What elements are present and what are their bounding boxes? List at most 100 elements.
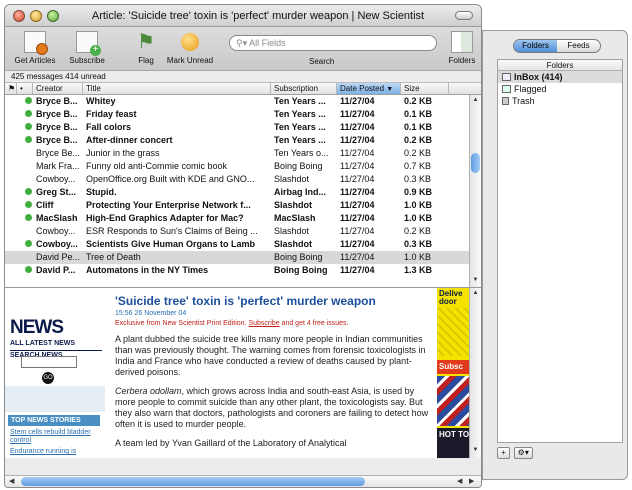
- table-row[interactable]: David Pe... Tree of Death Boing Boing 11/27…: [5, 251, 481, 264]
- unread-cell: [17, 160, 33, 173]
- scroll-thumb[interactable]: [471, 153, 480, 173]
- table-row[interactable]: Bryce B... Fall colors Ten Years ... 11/27/…: [5, 121, 481, 134]
- creator-cell: Greg St...: [36, 187, 77, 197]
- subscription-cell: Boing Boing: [274, 161, 323, 171]
- title-cell: Friday feast: [86, 109, 137, 119]
- preview-scrollbar[interactable]: ▲ ▼: [469, 288, 481, 458]
- ad-magazine-image: [437, 308, 471, 356]
- get-articles-button[interactable]: Get Articles: [11, 31, 59, 65]
- go-button[interactable]: GO: [42, 372, 54, 384]
- scroll-left-icon-2[interactable]: ◀: [457, 477, 462, 485]
- subscription-cell: Slashdot: [274, 226, 310, 236]
- news-link-2[interactable]: Endurance running is: [10, 448, 100, 456]
- subscribe-link[interactable]: Subscribe: [248, 320, 279, 327]
- date-cell: 11/27/04: [340, 148, 375, 158]
- date-cell: 11/27/04: [340, 109, 375, 119]
- flag-button[interactable]: ⚑ Flag: [131, 31, 161, 65]
- date-cell: 11/27/04: [340, 200, 375, 210]
- creator-cell: David Pe...: [36, 252, 81, 262]
- unread-cell: [17, 212, 33, 225]
- column-date-label: Date Posted: [340, 84, 385, 93]
- drawer-segmented-control: Folders Feeds: [513, 39, 601, 53]
- title-cell: Junior in the grass: [86, 148, 160, 158]
- table-row[interactable]: Bryce Be... Junior in the grass Ten Years …: [5, 147, 481, 160]
- table-row[interactable]: Bryce B... After-dinner concert Ten Years …: [5, 134, 481, 147]
- column-size[interactable]: Size: [401, 83, 449, 94]
- column-unread[interactable]: •: [17, 83, 33, 94]
- table-row[interactable]: Mark Fra... Funny old anti-Commie comic b…: [5, 160, 481, 173]
- table-row[interactable]: Greg St... Stupid. Airbag Ind... 11/27/04 0.…: [5, 186, 481, 199]
- scroll-left-icon[interactable]: ◀: [9, 477, 14, 485]
- toolbar-toggle-button[interactable]: [455, 11, 473, 20]
- article-headline: 'Suicide tree' toxin is 'perfect' murder…: [115, 294, 376, 308]
- flag-cell: [5, 134, 17, 147]
- creator-cell: MacSlash: [36, 213, 78, 223]
- subscribe-label: Subscribe: [69, 56, 105, 65]
- column-flag[interactable]: ⚑: [5, 83, 17, 94]
- preview-scroll-up-icon[interactable]: ▲: [471, 290, 480, 299]
- column-date-posted[interactable]: Date Posted ▼: [337, 83, 401, 94]
- zoom-button[interactable]: [47, 10, 59, 22]
- scroll-right-icon[interactable]: ▶: [469, 477, 474, 485]
- article-preview[interactable]: NEWS ALL LATEST NEWS SEARCH NEWS GO TOP …: [5, 288, 481, 458]
- scroll-down-icon[interactable]: ▼: [471, 277, 480, 286]
- preview-horizontal-scrollbar[interactable]: ◀ ◀ ▶: [5, 475, 481, 487]
- title-cell: After-dinner concert: [86, 135, 173, 145]
- table-row[interactable]: Cliff Protecting Your Enterprise Network …: [5, 199, 481, 212]
- date-cell: 11/27/04: [340, 187, 375, 197]
- table-row[interactable]: David P... Automatons in the NY Times Boin…: [5, 264, 481, 277]
- news-link-1[interactable]: Stem cells rebuild bladder control: [10, 429, 100, 445]
- article-list-scrollbar[interactable]: ▲ ▼: [469, 95, 481, 287]
- news-logo: NEWS: [10, 317, 64, 338]
- title-bar[interactable]: Article: 'Suicide tree' toxin is 'perfec…: [5, 5, 481, 27]
- folder-list-header[interactable]: Folders: [498, 60, 622, 71]
- title-cell: High-End Graphics Adapter for Mac?: [86, 213, 244, 223]
- mark-unread-button[interactable]: Mark Unread: [163, 31, 217, 65]
- subscribe-button[interactable]: Subscribe: [65, 31, 109, 65]
- date-cell: 11/27/04: [340, 213, 375, 223]
- unread-dot-icon: [25, 188, 32, 195]
- table-row[interactable]: Cowboy... OpenOffice.org Built with KDE a…: [5, 173, 481, 186]
- folders-button[interactable]: Folders: [445, 31, 479, 65]
- creator-cell: Bryce Be...: [36, 148, 81, 158]
- column-title[interactable]: Title: [83, 83, 271, 94]
- column-subscription[interactable]: Subscription: [271, 83, 337, 94]
- ad-delivered[interactable]: Delive door: [439, 290, 469, 306]
- folder-trash[interactable]: Trash: [498, 95, 622, 107]
- date-cell: 11/27/04: [340, 135, 375, 145]
- size-cell: 1.0 KB: [404, 200, 433, 210]
- unread-cell: [17, 121, 33, 134]
- search-news-input[interactable]: [21, 356, 77, 368]
- flag-cell: [5, 264, 17, 277]
- preview-scroll-down-icon[interactable]: ▼: [471, 447, 480, 456]
- subscription-cell: Ten Years ...: [274, 135, 326, 145]
- close-button[interactable]: [13, 10, 25, 22]
- table-row[interactable]: Bryce B... Friday feast Ten Years ... 11/27…: [5, 108, 481, 121]
- column-creator[interactable]: Creator: [33, 83, 83, 94]
- folder-list: Folders InBox (414) Flagged Trash: [497, 59, 623, 443]
- add-folder-button[interactable]: +: [497, 447, 510, 459]
- folder-flagged[interactable]: Flagged: [498, 83, 622, 95]
- flag-cell: [5, 251, 17, 264]
- creator-cell: David P...: [36, 265, 76, 275]
- table-row[interactable]: MacSlash High-End Graphics Adapter for Ma…: [5, 212, 481, 225]
- flag-cell: [5, 160, 17, 173]
- flag-cell: [5, 199, 17, 212]
- table-row[interactable]: Bryce B... Whitey Ten Years ... 11/27/04 0.2…: [5, 95, 481, 108]
- scroll-up-icon[interactable]: ▲: [471, 97, 480, 106]
- all-latest-news-link[interactable]: ALL LATEST NEWS: [10, 340, 75, 347]
- action-menu-button[interactable]: ⚙▾: [513, 447, 533, 459]
- horizontal-scroll-thumb[interactable]: [21, 477, 365, 486]
- minimize-button[interactable]: [30, 10, 42, 22]
- folder-inbox[interactable]: InBox (414): [498, 71, 622, 83]
- size-cell: 0.9 KB: [404, 187, 433, 197]
- subscription-cell: Airbag Ind...: [274, 187, 327, 197]
- tab-folders[interactable]: Folders: [514, 40, 557, 52]
- table-row[interactable]: Cowboy... ESR Responds to Sun's Claims of…: [5, 225, 481, 238]
- table-row[interactable]: Cowboy... Scientists Give Human Organs to…: [5, 238, 481, 251]
- date-cell: 11/27/04: [340, 252, 375, 262]
- tab-feeds[interactable]: Feeds: [557, 40, 600, 52]
- search-input[interactable]: ⚲▾ All Fields: [229, 35, 437, 51]
- creator-cell: Cowboy...: [36, 226, 76, 236]
- article-list[interactable]: ⚑ • Creator Title Subscription Date Post…: [5, 83, 481, 288]
